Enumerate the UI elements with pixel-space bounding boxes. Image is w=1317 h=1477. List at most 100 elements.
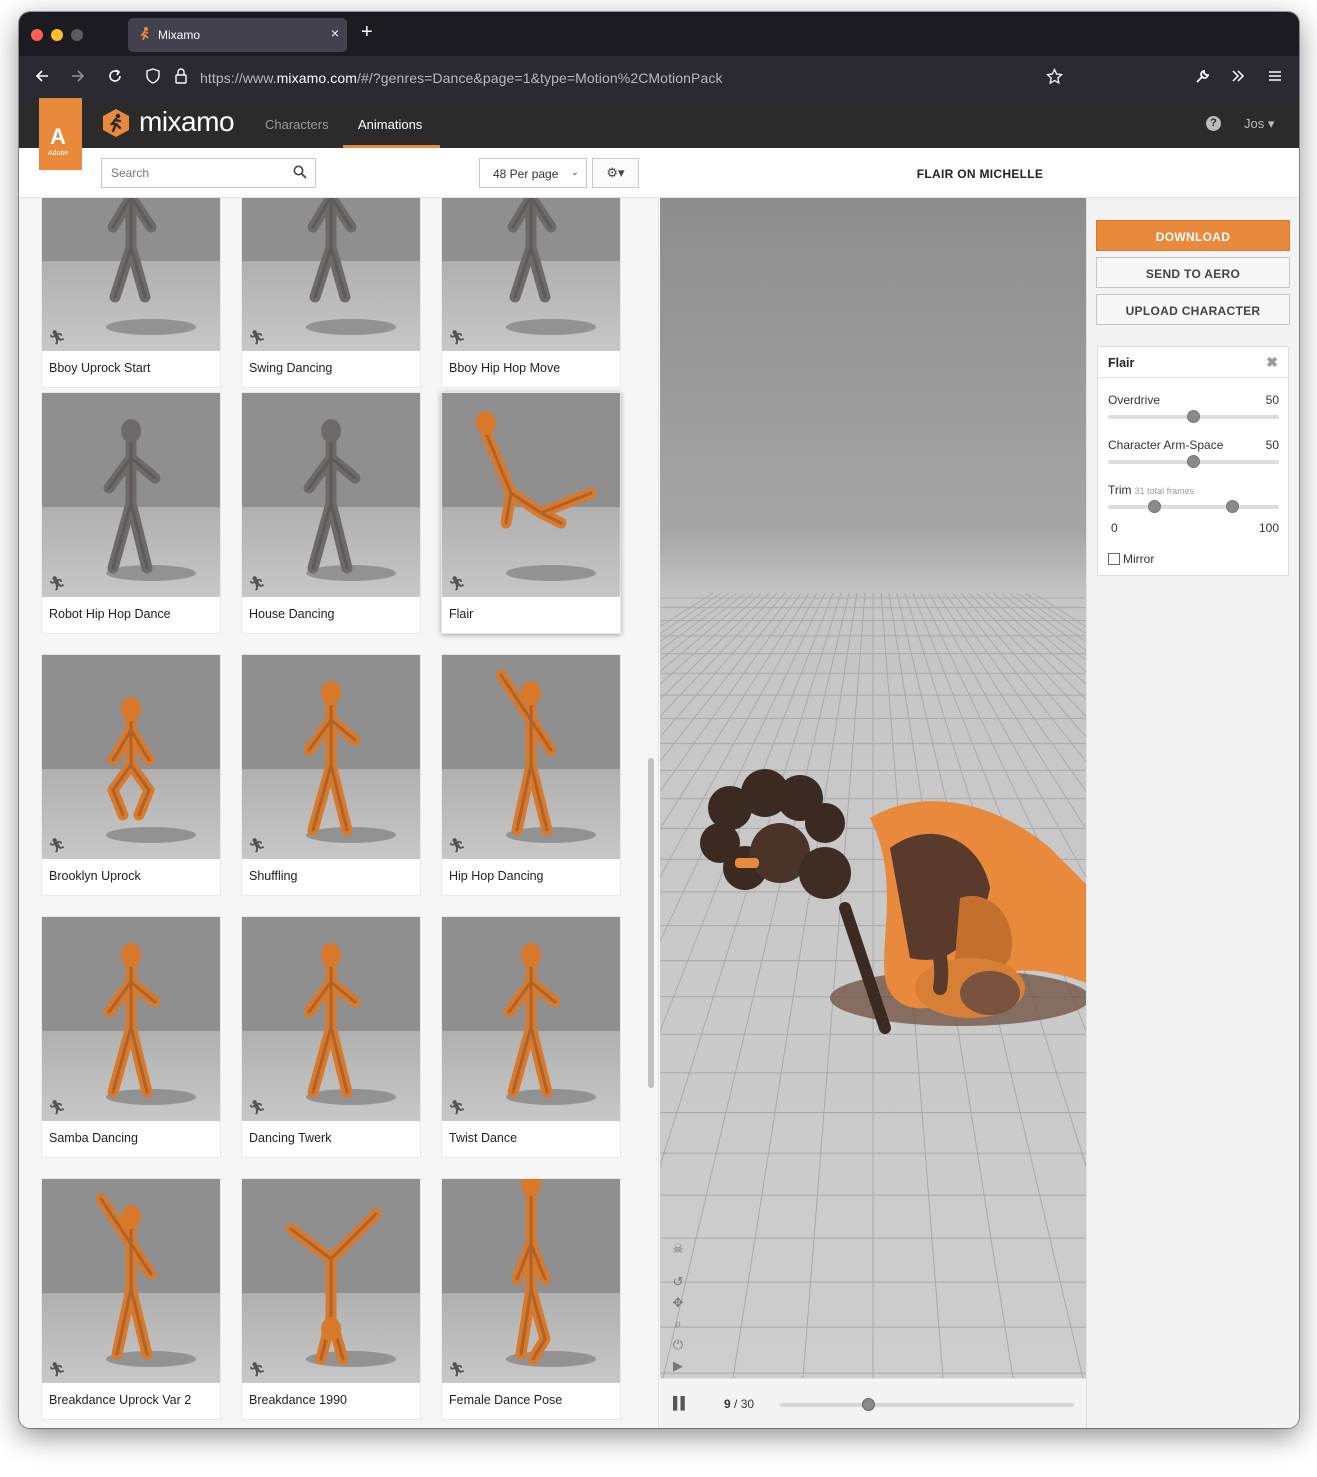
animation-thumbnail[interactable]: 🏃︎ [42,393,220,597]
browser-window: Mixamo × + https://www.mixamo.com/#/?gen… [19,12,1299,1428]
motion-type-icon: 🏃︎ [448,575,466,591]
hamburger-menu-icon[interactable] [1267,68,1283,90]
back-arrow-icon[interactable] [34,68,50,90]
tab-close-icon[interactable]: × [331,25,339,41]
3d-viewport[interactable]: ☠ ↺ ✥ ⌕ ⏻ ▶ [660,198,1086,1378]
camera-icon[interactable]: ▶ [669,1355,687,1376]
power-icon[interactable]: ⏻ [669,1334,687,1355]
animation-thumbnail[interactable]: 🏃︎ [42,655,220,859]
search-box [101,158,316,188]
new-tab-button[interactable]: + [361,22,373,42]
motion-type-icon: 🏃︎ [448,329,466,345]
character-figure [103,943,196,1105]
animation-thumbnail[interactable]: 🏃︎ [442,655,620,859]
settings-button[interactable]: ⚙▾ [592,158,639,188]
trim-slider[interactable] [1108,500,1279,513]
animation-thumbnail[interactable]: 🏃︎ [242,198,420,351]
mixamo-wordmark[interactable]: mixamo [139,106,235,138]
animation-parameters: Flair ✖ Overdrive 50 Character Arm-Space… [1097,346,1289,576]
overdrive-row: Overdrive 50 [1108,393,1279,407]
animation-card[interactable]: 🏃︎ Swing Dancing [241,198,421,388]
wrench-icon[interactable] [1195,68,1211,90]
character-figure [306,198,396,335]
search-icon[interactable] [293,165,307,179]
skeleton-icon[interactable]: ☠ [669,1238,687,1259]
zoom-icon[interactable]: ⌕ [669,1313,687,1334]
mirror-checkbox[interactable] [1108,553,1120,565]
animation-card[interactable]: 🏃︎ Brooklyn Uprock [41,654,221,896]
animation-thumbnail[interactable]: 🏃︎ [242,917,420,1121]
animation-thumbnail[interactable]: 🏃︎ [42,198,220,351]
close-icon[interactable]: ✖ [1266,354,1278,371]
character-figure [95,1193,196,1367]
armspace-value: 50 [1265,438,1279,452]
reset-view-icon[interactable]: ↺ [669,1271,687,1292]
user-menu[interactable]: Jos ▾ [1244,116,1274,132]
animation-card[interactable]: 🏃︎ Robot Hip Hop Dance [41,392,221,634]
animation-thumbnail[interactable]: 🏃︎ [42,1179,220,1383]
upload-character-button[interactable]: UPLOAD CHARACTER [1096,294,1290,325]
motion-type-icon: 🏃︎ [48,575,66,591]
help-icon[interactable]: ? [1206,116,1221,131]
character-figure [103,419,196,581]
close-window-button[interactable] [31,29,43,41]
url-bar[interactable]: https://www.mixamo.com/#/?genres=Dance&p… [200,70,723,86]
armspace-slider[interactable] [1108,455,1279,468]
animation-card[interactable]: 🏃︎ Breakdance Uprock Var 2 [41,1178,221,1420]
shield-icon[interactable] [145,68,161,90]
animation-thumbnail[interactable]: 🏃︎ [242,393,420,597]
animation-card[interactable]: 🏃︎ Twist Dance [441,916,621,1158]
overflow-chevrons-icon[interactable] [1230,68,1246,90]
trim-start-handle[interactable] [1147,500,1161,513]
grid-scrollbar[interactable] [648,758,654,1088]
mixamo-favicon-icon [140,27,149,41]
zoom-window-button[interactable] [71,29,83,41]
nav-animations[interactable]: Animations [358,117,422,132]
animation-thumbnail[interactable]: 🏃︎ [442,393,620,597]
nav-characters[interactable]: Characters [265,117,329,132]
search-input[interactable] [102,159,282,187]
animation-card[interactable]: 🏃︎ House Dancing [241,392,421,634]
animation-thumbnail[interactable]: 🏃︎ [442,917,620,1121]
animation-card[interactable]: 🏃︎ Hip Hop Dancing [441,654,621,896]
animation-thumbnail[interactable]: 🏃︎ [242,1179,420,1383]
animation-card[interactable]: 🏃︎ Dancing Twerk [241,916,421,1158]
download-button[interactable]: DOWNLOAD [1096,220,1290,251]
motion-type-icon: 🏃︎ [48,329,66,345]
animation-card[interactable]: 🏃︎ Female Dance Pose [441,1178,621,1420]
animation-card[interactable]: 🏃︎ Flair [441,392,621,634]
pan-icon[interactable]: ✥ [669,1292,687,1313]
animation-card[interactable]: 🏃︎ Shuffling [241,654,421,896]
forward-arrow-icon[interactable] [70,68,86,90]
bookmark-star-icon[interactable] [1046,67,1063,91]
character-figure [303,681,396,843]
trim-end-handle[interactable] [1226,500,1240,513]
overdrive-slider[interactable] [1108,410,1279,423]
per-page-select[interactable]: 48 Per page ⌄ [479,158,587,188]
armspace-slider-handle[interactable] [1187,455,1200,468]
adobe-letter: A [50,124,66,149]
animation-card[interactable]: 🏃︎ Bboy Uprock Start [41,198,221,388]
timeline-track[interactable] [780,1398,1074,1411]
animation-thumbnail[interactable]: 🏃︎ [442,198,620,351]
mirror-toggle[interactable]: Mirror [1108,552,1154,566]
motion-type-icon: 🏃︎ [248,837,266,853]
minimize-window-button[interactable] [51,29,63,41]
animation-thumbnail[interactable]: 🏃︎ [242,655,420,859]
animation-title: Twist Dance [449,1131,518,1145]
pause-icon[interactable]: ▌▌ [673,1396,689,1410]
animation-thumbnail[interactable]: 🏃︎ [442,1179,620,1383]
animation-card[interactable]: 🏃︎ Samba Dancing [41,916,221,1158]
reload-icon[interactable] [107,68,123,90]
browser-tab[interactable]: Mixamo × [128,18,347,52]
overdrive-slider-handle[interactable] [1187,410,1200,423]
send-to-aero-button[interactable]: SEND TO AERO [1096,257,1290,288]
per-page-value: 48 Per page [493,167,559,181]
adobe-logo[interactable]: A Adobe [39,98,82,170]
timeline-scrubber[interactable] [861,1398,875,1411]
lock-icon[interactable] [174,68,188,90]
animation-card[interactable]: 🏃︎ Breakdance 1990 [241,1178,421,1420]
mixamo-logo-icon[interactable] [101,108,131,138]
animation-card[interactable]: 🏃︎ Bboy Hip Hop Move [441,198,621,388]
animation-thumbnail[interactable]: 🏃︎ [42,917,220,1121]
